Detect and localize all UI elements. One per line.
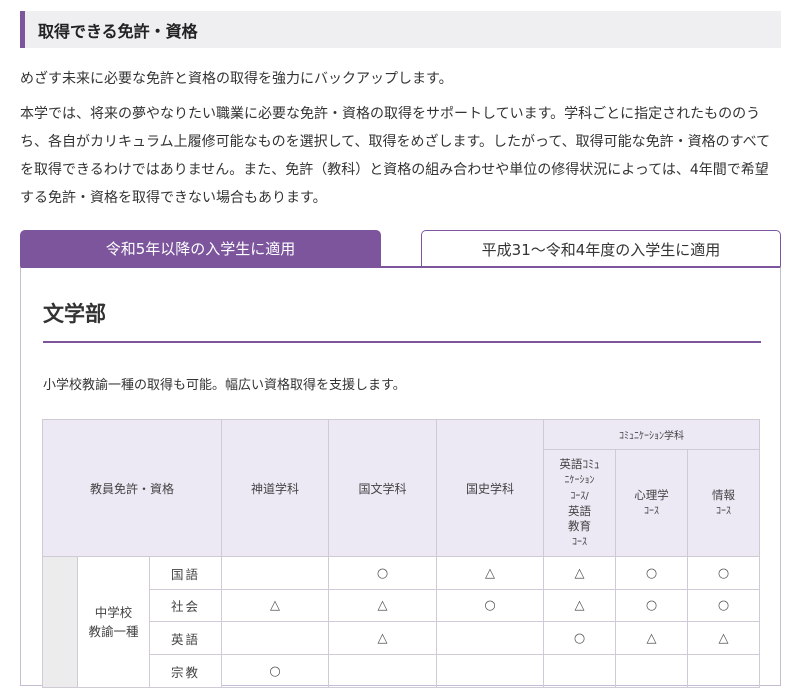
tab-r5-onward-label: 令和5年以降の入学生に適用 <box>105 240 296 258</box>
mark-cell: △ <box>687 621 760 655</box>
mark-cell <box>328 654 437 688</box>
table-corner-header: 教員免許・資格 <box>42 419 222 557</box>
mark-cell <box>615 654 688 688</box>
mark-cell: ○ <box>687 589 760 622</box>
col-group-label: ｺﾐｭﾆｹｰｼｮﾝ学科 <box>619 431 684 442</box>
mark-cell: ○ <box>543 621 616 655</box>
faculty-description: 小学校教諭一種の取得も可能。幅広い資格取得を支援します。 <box>43 378 406 393</box>
mark-cell <box>436 621 544 655</box>
col-header-kokushi: 国史学科 <box>436 419 544 557</box>
intro-lead: めざす未来に必要な免許と資格の取得を強力にバックアップします。 <box>20 71 453 87</box>
tab-r5-onward[interactable]: 令和5年以降の入学生に適用 <box>20 230 381 267</box>
tab-h31-r4[interactable]: 平成31～令和4年度の入学生に適用 <box>421 230 781 267</box>
mark-cell: △ <box>543 589 616 622</box>
table-row: 中学校 教諭一種 国語 ○ △ △ ○ ○ <box>42 556 760 688</box>
mark-cell: △ <box>328 621 437 655</box>
intro-body: 本学では、将来の夢やなりたい職業に必要な免許・資格の取得をサポートしています。学… <box>20 106 771 206</box>
mark-cell <box>687 654 760 688</box>
subcol-line: ｺｰｽ <box>716 505 731 517</box>
subject-cell: 宗教 <box>149 654 222 688</box>
tab-panel: 文学部 小学校教諭一種の取得も可能。幅広い資格取得を支援します。 教員免許・資格… <box>20 266 781 688</box>
subject-cell: 社会 <box>149 589 222 622</box>
row-group-side <box>42 556 78 688</box>
subcol-line: ﾆｹｰｼｮﾝ <box>564 474 595 486</box>
mark-cell: ○ <box>687 556 760 590</box>
mark-cell: ○ <box>436 589 544 622</box>
mark-cell: △ <box>436 556 544 590</box>
subcol-line: ｺｰｽ <box>644 505 659 517</box>
license-label-junior-high: 中学校 教諭一種 <box>77 556 150 688</box>
faculty-divider <box>43 341 761 343</box>
mark-cell: ○ <box>328 556 437 590</box>
subcol-line: ｺｰｽ <box>572 536 587 548</box>
subcol-english-communication: 英語ｺﾐｭ ﾆｹｰｼｮﾝ ｺｰｽ/ 英語 教育 ｺｰｽ <box>543 449 616 557</box>
subcol-line: ｺｰｽ/ <box>570 490 589 502</box>
mark-cell: ○ <box>615 556 688 590</box>
subcol-information: 情報 ｺｰｽ <box>687 449 760 557</box>
mark-cell <box>436 654 544 688</box>
section-heading: 取得できる免許・資格 <box>20 11 781 48</box>
license-table: 教員免許・資格 神道学科 国文学科 国史学科 ｺﾐｭﾆｹｰｼｮﾝ学科 英語ｺﾐｭ… <box>42 419 760 688</box>
col-label: 国史学科 <box>465 481 514 496</box>
subcol-line: 情報 <box>712 487 735 502</box>
mark-cell: △ <box>221 589 329 622</box>
col-group-communication: ｺﾐｭﾆｹｰｼｮﾝ学科 <box>543 419 760 450</box>
mark-cell <box>221 556 329 590</box>
table-row: 社会 △ △ ○ △ ○ ○ <box>43 589 760 622</box>
mark-cell <box>543 654 616 688</box>
subcol-psychology: 心理学 ｺｰｽ <box>615 449 688 557</box>
subcol-line: 英語ｺﾐｭ <box>559 456 600 471</box>
faculty-title: 文学部 <box>43 302 106 326</box>
subject-cell: 英語 <box>149 621 222 655</box>
table-row: 英語 △ ○ △ △ <box>43 621 760 655</box>
mark-cell: ○ <box>615 589 688 622</box>
table-row: 宗教 ○ <box>43 654 760 688</box>
section-heading-text: 取得できる免許・資格 <box>38 21 198 41</box>
mark-cell <box>221 621 329 655</box>
mark-cell: △ <box>543 556 616 590</box>
tab-h31-r4-label: 平成31～令和4年度の入学生に適用 <box>481 240 721 259</box>
subcol-line: 英語 <box>568 503 591 518</box>
mark-cell: △ <box>328 589 437 622</box>
mark-cell: △ <box>615 621 688 655</box>
col-label: 国文学科 <box>358 481 407 496</box>
subcol-line: 心理学 <box>634 487 669 502</box>
col-header-shinto: 神道学科 <box>221 419 329 557</box>
col-header-kokubun: 国文学科 <box>328 419 437 557</box>
corner-label: 教員免許・資格 <box>89 481 174 496</box>
mark-cell: ○ <box>221 654 329 688</box>
subject-cell: 国語 <box>149 556 222 590</box>
col-label: 神道学科 <box>250 481 299 496</box>
subcol-line: 教育 <box>568 518 591 533</box>
